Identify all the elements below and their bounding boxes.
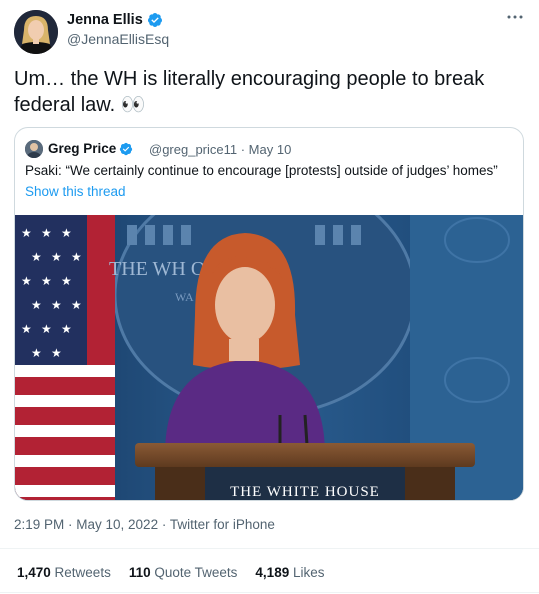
podium-text: THE WHITE HOUSE [230, 484, 380, 500]
author-avatar[interactable] [14, 10, 58, 54]
backdrop-subtext: WA [175, 290, 194, 304]
quote-tweets-label: Quote Tweets [154, 565, 238, 580]
quote-text: Psaki: “We certainly continue to encoura… [25, 163, 498, 178]
svg-text:★: ★ [21, 226, 32, 240]
show-thread-link[interactable]: Show this thread [25, 184, 126, 199]
tweet-text: Um… the WH is literally encouraging peop… [14, 68, 485, 116]
verified-badge-icon [119, 142, 133, 156]
retweets-count: 1,470 [17, 565, 55, 580]
svg-text:★: ★ [61, 226, 72, 240]
svg-text:★: ★ [21, 322, 32, 336]
svg-text:★: ★ [21, 274, 32, 288]
likes-label: Likes [292, 565, 325, 580]
svg-text:★: ★ [61, 274, 72, 288]
svg-text:★: ★ [71, 250, 82, 264]
likes-stat[interactable]: 4,189 Likes [255, 565, 324, 580]
svg-text:★: ★ [41, 322, 52, 336]
quote-tweets-stat[interactable]: 110 Quote Tweets [129, 565, 238, 580]
retweets-stat[interactable]: 1,470 Retweets [17, 565, 111, 580]
svg-text:★: ★ [51, 346, 62, 360]
divider [0, 592, 539, 593]
tweet-timestamp[interactable]: 2:19 PM · May 10, 2022 · Twitter for iPh… [14, 517, 275, 532]
quote-author-name[interactable]: Greg Price [48, 141, 133, 156]
likes-count: 4,189 [255, 565, 293, 580]
svg-text:★: ★ [41, 274, 52, 288]
quote-meta: @greg_price11 · May 10 [149, 142, 292, 157]
svg-text:★: ★ [61, 322, 72, 336]
quote-tweets-count: 110 [128, 565, 155, 580]
svg-text:★: ★ [41, 226, 52, 240]
author-name[interactable]: Jenna Ellis [67, 12, 163, 28]
author-handle[interactable]: @JennaEllisEsq [67, 31, 169, 47]
svg-text:★: ★ [51, 298, 62, 312]
svg-text:★: ★ [71, 298, 82, 312]
svg-text:★: ★ [31, 298, 42, 312]
svg-text:★: ★ [31, 346, 42, 360]
quote-video-thumbnail[interactable]: ★ ★ ★ ★ ★ ★ ★ ★ ★ ★ ★ ★ ★ ★ ★ ★ ★ THE WH OUSE WA [15, 215, 523, 500]
quote-tweet-card[interactable]: Greg Price @greg_price11 · May 10 Psaki:… [14, 127, 524, 501]
tweet-stats: 1,470 Retweets 110 Quote Tweets 4,189 Li… [17, 565, 342, 580]
retweets-label: Retweets [54, 565, 111, 580]
divider [0, 548, 539, 549]
more-dots-icon[interactable] [505, 8, 525, 28]
svg-text:★: ★ [51, 250, 62, 264]
quote-author-avatar[interactable] [25, 140, 43, 158]
quote-author-name-text: Greg Price [48, 141, 117, 156]
author-name-text: Jenna Ellis [67, 12, 143, 28]
svg-text:★: ★ [31, 250, 42, 264]
verified-badge-icon [147, 12, 163, 28]
